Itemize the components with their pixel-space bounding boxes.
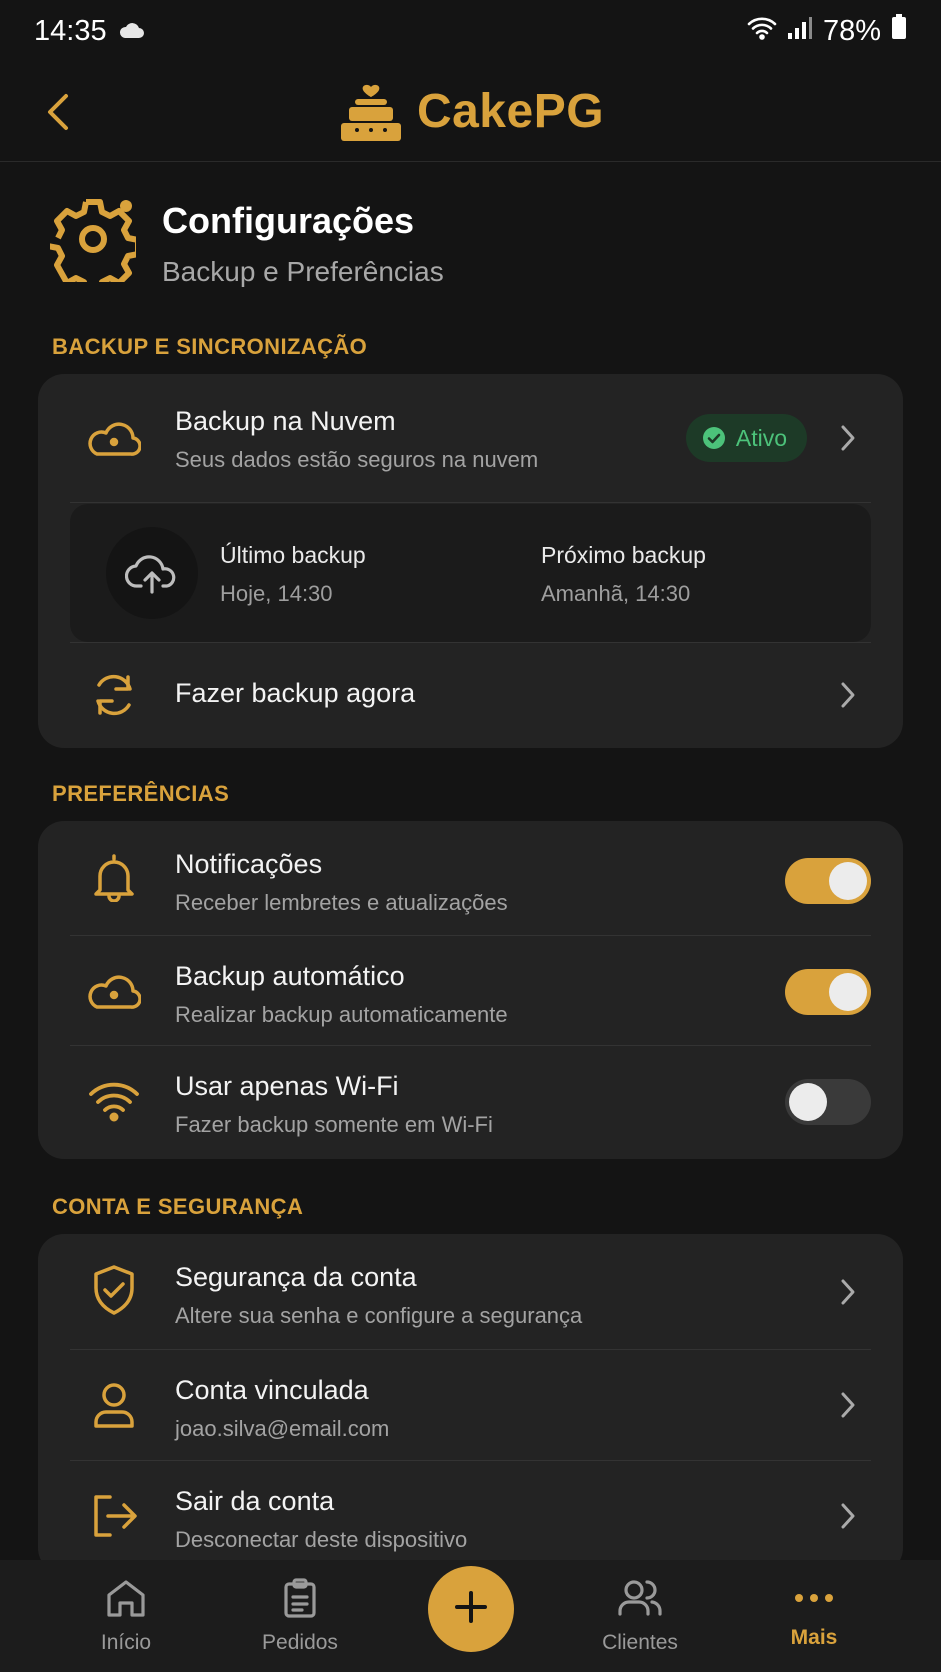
last-backup-value: Hoje, 14:30: [220, 581, 333, 606]
row-title: Segurança da conta: [175, 1262, 417, 1292]
row-title: Notificações: [175, 849, 323, 879]
bell-icon: [86, 849, 142, 905]
row-title: Usar apenas Wi-Fi: [175, 1071, 399, 1101]
row-title: Conta vinculada: [175, 1375, 369, 1405]
battery-percent: 78%: [822, 14, 881, 47]
plus-icon: [453, 1589, 489, 1630]
nav-label-orders: Pedidos: [262, 1631, 338, 1654]
wifi-icon: [86, 1073, 142, 1129]
chevron-right-icon: [833, 1385, 863, 1425]
row-subtitle: Altere sua senha e configure a segurança: [175, 1303, 583, 1328]
next-backup-label: Próximo backup: [541, 542, 706, 568]
backup-now-row[interactable]: Fazer backup agora: [38, 642, 903, 748]
clock: 14:35: [34, 14, 107, 47]
nav-item-home[interactable]: Início: [56, 1578, 196, 1655]
user-icon: [86, 1377, 142, 1433]
cloud-backup-row[interactable]: Backup na Nuvem Seus dados estão seguros…: [38, 374, 903, 502]
signal-icon: [787, 15, 813, 48]
divider: [70, 502, 871, 503]
account-card: Segurança da conta Altere sua senha e co…: [38, 1234, 903, 1574]
row-subtitle: Desconectar deste dispositivo: [175, 1527, 468, 1552]
nav-label-more: Mais: [790, 1626, 838, 1649]
users-icon: [618, 1578, 662, 1623]
account-security-row[interactable]: Segurança da conta Altere sua senha e co…: [38, 1234, 903, 1349]
back-button[interactable]: [36, 90, 80, 134]
brand-logo: CakePG: [337, 73, 604, 150]
row-title: Backup na Nuvem: [175, 406, 396, 436]
app-header: CakePG: [0, 62, 941, 162]
check-circle-icon: [702, 427, 725, 449]
backup-schedule-box: Último backup Hoje, 14:30 Próximo backup…: [70, 504, 871, 642]
page-subtitle: Backup e Preferências: [162, 256, 444, 287]
wifi-only-toggle[interactable]: [785, 1079, 871, 1125]
chevron-right-icon: [833, 675, 863, 715]
chevron-right-icon: [833, 1496, 863, 1536]
section-label-backup: BACKUP E SINCRONIZAÇÃO: [52, 334, 368, 359]
cloud-icon: [86, 963, 142, 1019]
status-badge: Ativo: [685, 414, 807, 462]
logout-icon: [86, 1488, 142, 1544]
row-title: Backup automático: [175, 961, 405, 991]
logout-row[interactable]: Sair da conta Desconectar deste disposit…: [38, 1460, 903, 1574]
row-title: Sair da conta: [175, 1486, 335, 1516]
next-backup-info: Próximo backup Amanhã, 14:30: [541, 542, 706, 607]
nav-item-more[interactable]: Mais: [744, 1578, 884, 1650]
page-heading: Configurações Backup e Preferências: [47, 196, 444, 295]
wifi-icon: [747, 15, 777, 48]
status-badge-label: Ativo: [735, 424, 787, 451]
row-subtitle: Fazer backup somente em Wi-Fi: [175, 1112, 493, 1137]
gear-icon: [47, 196, 141, 295]
nav-item-orders[interactable]: Pedidos: [230, 1578, 370, 1655]
row-subtitle: Receber lembretes e atualizações: [175, 890, 508, 915]
status-bar: 14:35 78%: [0, 0, 941, 62]
cloud-status-icon: [119, 15, 145, 48]
auto-backup-toggle[interactable]: [785, 969, 871, 1015]
nav-label-clients: Clientes: [602, 1631, 678, 1654]
clipboard-icon: [282, 1578, 318, 1623]
page-title: Configurações: [162, 200, 415, 241]
row-title: Fazer backup agora: [175, 678, 416, 708]
row-subtitle: joao.silva@email.com: [175, 1416, 390, 1441]
chevron-right-icon: [833, 418, 863, 458]
more-dots-icon: [794, 1578, 834, 1618]
home-icon: [105, 1578, 147, 1623]
notifications-toggle[interactable]: [785, 858, 871, 904]
chevron-right-icon: [833, 1272, 863, 1312]
add-button[interactable]: [428, 1566, 514, 1652]
section-label-account: CONTA E SEGURANÇA: [52, 1194, 304, 1219]
pref-row-wifi-only: Usar apenas Wi-Fi Fazer backup somente e…: [38, 1045, 903, 1159]
linked-account-row[interactable]: Conta vinculada joao.silva@email.com: [38, 1349, 903, 1460]
next-backup-value: Amanhã, 14:30: [541, 581, 691, 606]
row-subtitle: Realizar backup automaticamente: [175, 1002, 508, 1027]
section-label-preferences: PREFERÊNCIAS: [52, 781, 230, 806]
battery-icon: [891, 14, 907, 48]
pref-row-notifications: Notificações Receber lembretes e atualiz…: [38, 821, 903, 935]
pref-row-auto-backup: Backup automático Realizar backup automa…: [38, 935, 903, 1045]
brand-name: CakePG: [416, 85, 605, 138]
cloud-upload-icon: [106, 527, 198, 619]
shield-check-icon: [86, 1262, 142, 1318]
row-subtitle: Seus dados estão seguros na nuvem: [175, 447, 539, 472]
cake-logo-icon: [337, 73, 405, 150]
preferences-card: Notificações Receber lembretes e atualiz…: [38, 821, 903, 1159]
nav-item-clients[interactable]: Clientes: [570, 1578, 710, 1655]
cloud-icon: [86, 410, 142, 466]
backup-card: Backup na Nuvem Seus dados estão seguros…: [38, 374, 903, 748]
last-backup-info: Último backup Hoje, 14:30: [220, 542, 366, 607]
sync-icon: [86, 667, 142, 723]
last-backup-label: Último backup: [220, 542, 366, 568]
nav-label-home: Início: [100, 1631, 152, 1654]
